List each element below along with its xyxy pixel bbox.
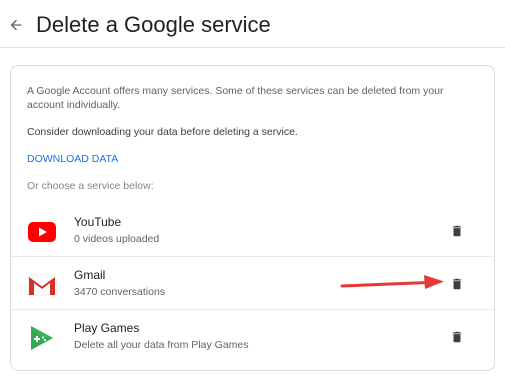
choose-service-label: Or choose a service below:: [27, 180, 154, 192]
delete-youtube-button[interactable]: [447, 221, 467, 241]
service-row-gmail: Gmail 3470 conversations: [11, 258, 494, 310]
trash-icon: [452, 225, 462, 237]
back-button[interactable]: [4, 13, 28, 37]
service-row-youtube: YouTube 0 videos uploaded: [11, 205, 494, 257]
services-card: A Google Account offers many services. S…: [10, 65, 495, 371]
page-header: Delete a Google service: [0, 0, 505, 48]
trash-icon: [452, 331, 462, 343]
download-data-link[interactable]: DOWNLOAD DATA: [27, 152, 118, 166]
service-description: 3470 conversations: [74, 286, 166, 298]
consider-text: Consider downloading your data before de…: [27, 126, 298, 138]
service-name: Gmail: [74, 268, 106, 282]
intro-text: A Google Account offers many services. S…: [27, 85, 444, 111]
service-row-play-games: Play Games Delete all your data from Pla…: [11, 311, 494, 363]
play-games-icon: [27, 323, 57, 353]
youtube-icon: [27, 217, 57, 247]
service-name: YouTube: [74, 215, 122, 229]
trash-icon: [452, 278, 462, 290]
service-name: Play Games: [74, 321, 140, 335]
delete-play-games-button[interactable]: [447, 327, 467, 347]
delete-gmail-button[interactable]: [447, 274, 467, 294]
service-description: 0 videos uploaded: [74, 233, 160, 245]
arrow-back-icon: [10, 19, 22, 31]
gmail-icon: [27, 270, 57, 300]
service-description: Delete all your data from Play Games: [74, 339, 249, 351]
page-title: Delete a Google service: [36, 12, 271, 37]
